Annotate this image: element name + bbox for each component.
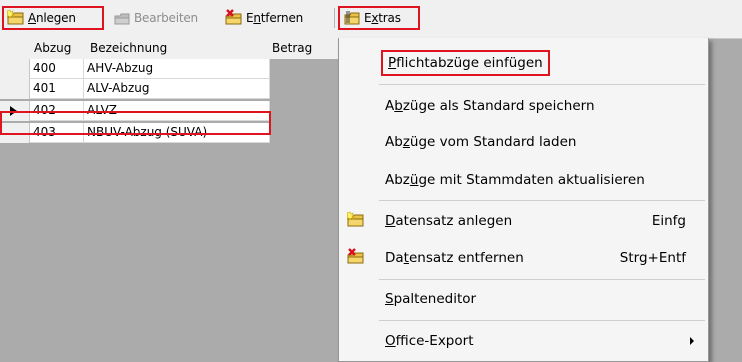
menu-item-abzuege-als-standard-speichern[interactable]: Abzüge als Standard speichern <box>339 90 708 122</box>
cell-betrag[interactable] <box>270 59 338 79</box>
row-indicator <box>0 59 30 79</box>
menu-item-abzuege-aktualisieren[interactable]: Abzüge mit Stammdaten aktualisieren <box>339 164 708 196</box>
entfernen-label: Entfernen <box>246 11 304 25</box>
menu-item-label: Office-Export <box>385 333 474 349</box>
cell-bezeichnung[interactable]: ALV-Abzug <box>84 79 270 99</box>
menu-item-datensatz-entfernen[interactable]: Datensatz entfernen Strg+Entf <box>339 242 708 274</box>
extras-label: Extras <box>364 11 401 25</box>
cell-abzug[interactable]: 400 <box>30 59 84 79</box>
bearbeiten-label: Bearbeiten <box>134 11 198 25</box>
menu-separator <box>379 84 705 85</box>
edit-icon <box>113 9 131 27</box>
menu-separator <box>379 320 705 321</box>
row-indicator <box>0 79 30 99</box>
menu-item-office-export[interactable]: Office-Export <box>339 325 708 357</box>
menu-item-shortcut: Einfg <box>651 213 686 229</box>
menu-item-label: Abzüge mit Stammdaten aktualisieren <box>385 172 645 188</box>
menu-item-label: Pflichtabzüge einfügen <box>381 50 550 76</box>
menu-item-label: Abzüge als Standard speichern <box>385 98 595 114</box>
cell-bezeichnung[interactable]: AHV-Abzug <box>84 59 270 79</box>
menu-separator <box>379 279 705 280</box>
cell-betrag[interactable] <box>270 79 338 99</box>
cell-betrag[interactable] <box>270 101 338 121</box>
table-row[interactable]: 400 AHV-Abzug <box>0 59 355 79</box>
folder-delete-icon <box>347 248 365 266</box>
folder-delete-icon <box>225 9 243 27</box>
menu-item-spalteneditor[interactable]: Spalteneditor <box>339 283 708 315</box>
folder-tools-icon <box>343 9 361 27</box>
toolbar-separator <box>334 8 335 28</box>
grid-header: Abzug Bezeichnung Betrag <box>0 38 355 59</box>
menu-item-shortcut: Strg+Entf <box>619 250 686 266</box>
menu-item-label: Spalteneditor <box>385 291 477 307</box>
column-header-bezeichnung[interactable]: Bezeichnung <box>88 38 268 59</box>
cell-abzug[interactable]: 401 <box>30 79 84 99</box>
anlegen-label: Anlegen <box>28 11 76 25</box>
menu-item-label: Datensatz entfernen <box>385 250 524 266</box>
extras-menu: Pflichtabzüge einfügen Abzüge als Standa… <box>338 38 709 362</box>
menu-separator <box>379 200 705 201</box>
folder-new-icon <box>5 9 25 27</box>
extras-button[interactable]: Extras <box>338 6 420 30</box>
selected-row-highlight <box>0 111 271 135</box>
submenu-arrow-icon <box>690 337 694 345</box>
menu-item-pflichtabzuege-einfuegen[interactable]: Pflichtabzüge einfügen <box>339 38 708 84</box>
table-row[interactable]: 401 ALV-Abzug <box>0 79 355 99</box>
anlegen-button[interactable]: Anlegen <box>2 6 104 30</box>
cell-betrag[interactable] <box>270 123 338 143</box>
deductions-grid: Abzug Bezeichnung Betrag 400 AHV-Abzug 4… <box>0 38 355 362</box>
entfernen-button[interactable]: Entfernen <box>222 6 324 30</box>
folder-new-icon <box>345 211 365 229</box>
menu-item-datensatz-anlegen[interactable]: Datensatz anlegen Einfg <box>339 205 708 237</box>
toolbar: Anlegen Bearbeiten Entfernen Extras <box>0 0 742 39</box>
menu-item-label: Abzüge vom Standard laden <box>385 134 577 150</box>
column-header-abzug[interactable]: Abzug <box>32 38 84 59</box>
bearbeiten-button[interactable]: Bearbeiten <box>110 6 212 30</box>
menu-item-label: Datensatz anlegen <box>385 213 513 229</box>
menu-item-abzuege-vom-standard-laden[interactable]: Abzüge vom Standard laden <box>339 126 708 158</box>
